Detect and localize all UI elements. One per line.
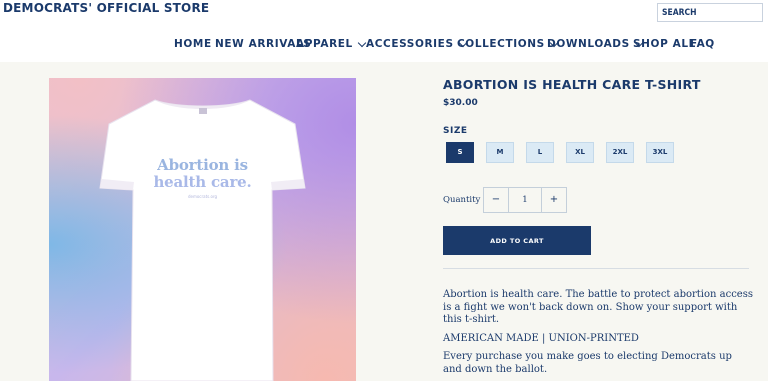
- nav-item-label: APPAREL: [296, 38, 353, 50]
- size-option-l[interactable]: L: [526, 142, 554, 163]
- shirt-print-line2: health care.: [153, 173, 252, 191]
- product-price: $30.00: [443, 98, 478, 108]
- shirt-print-url: democrats.org: [187, 194, 218, 199]
- nav-item-shop-all[interactable]: SHOP ALL: [633, 38, 696, 50]
- nav-item-label: DOWNLOADS: [547, 38, 630, 50]
- store-title[interactable]: DEMOCRATS' OFFICIAL STORE: [3, 1, 209, 15]
- quantity-decrease-button[interactable]: −: [484, 188, 509, 212]
- product-image[interactable]: Abortion is health care. democrats.org: [49, 78, 356, 381]
- quantity-stepper: − 1 +: [483, 187, 567, 213]
- nav-item-faq[interactable]: FAQ: [690, 38, 715, 50]
- tshirt-image: [99, 99, 306, 381]
- product-made-note: AMERICAN MADE | UNION-PRINTED: [443, 333, 639, 344]
- divider: [443, 268, 749, 269]
- shirt-tag: [199, 108, 207, 114]
- quantity-input[interactable]: 1: [509, 188, 541, 212]
- nav-item-label: FAQ: [690, 38, 715, 50]
- size-option-m[interactable]: M: [486, 142, 514, 163]
- quantity-label: Quantity: [443, 195, 481, 205]
- size-label: SIZE: [443, 126, 468, 136]
- main-nav: HOME NEW ARRIVALS APPAREL ACCESSORIES CO…: [0, 38, 768, 56]
- nav-item-home[interactable]: HOME: [174, 38, 212, 50]
- search-input[interactable]: [657, 3, 763, 22]
- site-header: DEMOCRATS' OFFICIAL STORE HOME NEW ARRIV…: [0, 0, 768, 62]
- product-title: ABORTION IS HEALTH CARE T-SHIRT: [443, 77, 701, 92]
- shirt-print-line1: Abortion is: [157, 156, 248, 174]
- product-purchase-note: Every purchase you make goes to electing…: [443, 351, 732, 375]
- nav-item-label: ACCESSORIES: [366, 38, 454, 50]
- add-to-cart-button[interactable]: ADD TO CART: [443, 226, 591, 255]
- product-description: Abortion is health care. The battle to p…: [443, 289, 753, 325]
- nav-item-label: SHOP ALL: [633, 38, 696, 50]
- size-option-3xl[interactable]: 3XL: [646, 142, 674, 163]
- size-option-xl[interactable]: XL: [566, 142, 594, 163]
- size-option-2xl[interactable]: 2XL: [606, 142, 634, 163]
- nav-item-label: HOME: [174, 38, 212, 50]
- chevron-down-icon: [357, 38, 367, 47]
- quantity-increase-button[interactable]: +: [541, 188, 566, 212]
- nav-item-collections[interactable]: COLLECTIONS: [457, 38, 559, 50]
- nav-item-apparel[interactable]: APPAREL: [296, 38, 367, 50]
- nav-item-accessories[interactable]: ACCESSORIES: [366, 38, 467, 50]
- size-option-s[interactable]: S: [446, 142, 474, 163]
- nav-item-label: COLLECTIONS: [457, 38, 545, 50]
- nav-item-downloads[interactable]: DOWNLOADS: [547, 38, 644, 50]
